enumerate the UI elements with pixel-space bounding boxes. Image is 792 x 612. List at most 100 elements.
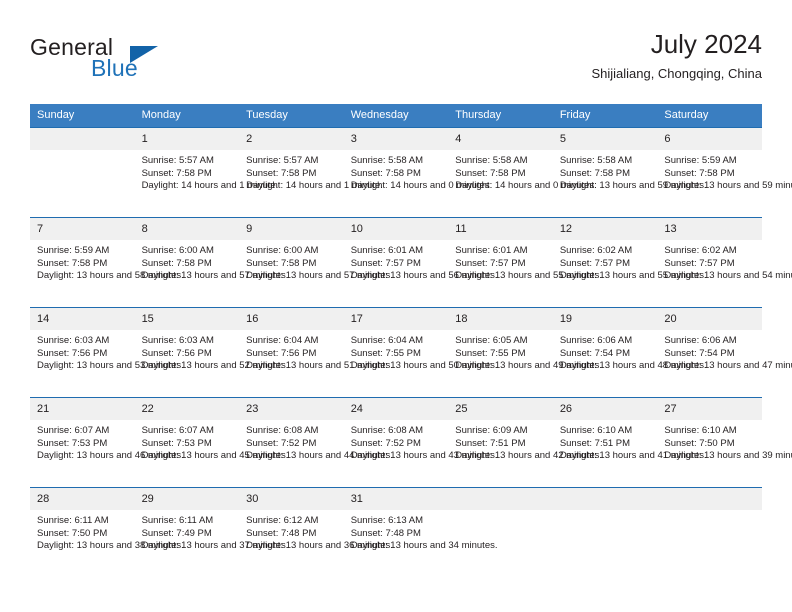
- calendar-day-cell[interactable]: 24 Sunrise: 6:08 AM Sunset: 7:52 PM Dayligh…: [343, 397, 498, 488]
- calendar-week-row: 28 Sunrise: 6:11 AM Sunset: 7:50 PM Dayligh…: [30, 487, 762, 577]
- calendar-day-cell[interactable]: 26 Sunrise: 6:10 AM Sunset: 7:51 PM Dayligh…: [552, 397, 707, 488]
- day-number: 28: [30, 488, 135, 510]
- column-header-thursday: Thursday: [448, 104, 553, 128]
- calendar-day-cell[interactable]: 7 Sunrise: 5:59 AM Sunset: 7:58 PM Daylight…: [30, 217, 184, 308]
- sunrise-text: Sunrise: 5:57 AM: [246, 155, 319, 166]
- day-number: 8: [134, 218, 240, 240]
- day-number: 3: [343, 128, 449, 150]
- calendar-day-cell[interactable]: 8 Sunrise: 6:00 AM Sunset: 7:58 PM Daylight…: [134, 217, 289, 308]
- day-details: Sunrise: 6:00 AM Sunset: 7:58 PM Daylight:…: [135, 240, 289, 283]
- day-number: 18: [448, 308, 553, 330]
- day-details: Sunrise: 6:01 AM Sunset: 7:57 PM Daylight:…: [448, 240, 603, 283]
- day-number: 27: [657, 398, 762, 420]
- calendar-day-cell[interactable]: 12 Sunrise: 6:02 AM Sunset: 7:57 PM Dayligh…: [552, 217, 707, 308]
- calendar-body: 1 Sunrise: 5:57 AM Sunset: 7:58 PM Daylight…: [30, 127, 792, 577]
- daylight-text: Daylight: 14 hours and 0 minutes.: [350, 180, 493, 192]
- daylight-text: Daylight: 13 hours and 53 minutes.: [37, 360, 184, 372]
- day-number: 10: [343, 218, 449, 240]
- calendar-day-cell[interactable]: 17 Sunrise: 6:04 AM Sunset: 7:55 PM Dayligh…: [343, 307, 498, 398]
- calendar-day-cell[interactable]: 11 Sunrise: 6:01 AM Sunset: 7:57 PM Dayligh…: [448, 217, 603, 308]
- calendar-day-cell[interactable]: 30 Sunrise: 6:12 AM Sunset: 7:48 PM Dayligh…: [239, 487, 393, 577]
- day-details: Sunrise: 5:58 AM Sunset: 7:58 PM Daylight:…: [344, 150, 493, 193]
- day-number: 9: [239, 218, 344, 240]
- sunrise-text: Sunrise: 5:58 AM: [559, 155, 633, 166]
- calendar-day-cell[interactable]: 1 Sunrise: 5:57 AM Sunset: 7:58 PM Daylight…: [134, 127, 279, 218]
- day-details: Sunrise: 6:06 AM Sunset: 7:54 PM Daylight:…: [553, 330, 707, 373]
- daylight-text: Daylight: 13 hours and 59 minutes.: [664, 180, 792, 192]
- calendar-day-cell[interactable]: 25 Sunrise: 6:09 AM Sunset: 7:51 PM Dayligh…: [448, 397, 602, 488]
- column-header-wednesday: Wednesday: [343, 104, 449, 128]
- calendar-day-cell[interactable]: 28 Sunrise: 6:11 AM Sunset: 7:50 PM Dayligh…: [30, 487, 184, 577]
- sunset-text: Sunset: 7:58 PM: [141, 257, 212, 269]
- calendar-day-cell[interactable]: 2 Sunrise: 5:57 AM Sunset: 7:58 PM Daylight…: [239, 127, 383, 218]
- calendar-day-cell[interactable]: 31 Sunrise: 6:13 AM Sunset: 7:48 PM Dayligh…: [343, 487, 498, 577]
- sunset-text: Sunset: 7:55 PM: [455, 347, 526, 359]
- day-number: 6: [657, 128, 762, 150]
- sunrise-text: Sunrise: 6:03 AM: [141, 335, 214, 346]
- sunset-text: Sunset: 7:56 PM: [246, 347, 317, 359]
- day-details: Sunrise: 6:10 AM Sunset: 7:50 PM Daylight:…: [657, 420, 792, 463]
- calendar-day-cell-empty: [448, 487, 553, 577]
- day-number: [657, 488, 762, 510]
- brand-logo[interactable]: General Blue: [30, 34, 260, 92]
- day-details: Sunrise: 6:00 AM Sunset: 7:58 PM Daylight:…: [239, 240, 393, 283]
- day-number: 19: [552, 308, 658, 330]
- day-number: 15: [134, 308, 240, 330]
- sunset-text: Sunset: 7:55 PM: [350, 347, 421, 359]
- calendar-day-cell[interactable]: 29 Sunrise: 6:11 AM Sunset: 7:49 PM Dayligh…: [134, 487, 289, 577]
- calendar-day-cell[interactable]: 19 Sunrise: 6:06 AM Sunset: 7:54 PM Dayligh…: [552, 307, 707, 398]
- sunrise-text: Sunrise: 5:58 AM: [350, 155, 424, 166]
- calendar-day-cell[interactable]: 13 Sunrise: 6:02 AM Sunset: 7:57 PM Dayligh…: [657, 217, 792, 308]
- calendar-day-cell[interactable]: 20 Sunrise: 6:06 AM Sunset: 7:54 PM Dayligh…: [657, 307, 792, 398]
- day-details: Sunrise: 6:11 AM Sunset: 7:49 PM Daylight:…: [135, 510, 289, 553]
- calendar-day-cell[interactable]: 18 Sunrise: 6:05 AM Sunset: 7:55 PM Dayligh…: [448, 307, 602, 398]
- day-details: Sunrise: 6:07 AM Sunset: 7:53 PM Daylight:…: [30, 420, 184, 463]
- sunrise-text: Sunrise: 6:10 AM: [559, 425, 633, 436]
- calendar-day-cell[interactable]: 21 Sunrise: 6:07 AM Sunset: 7:53 PM Dayligh…: [30, 397, 184, 488]
- day-details: Sunrise: 6:09 AM Sunset: 7:51 PM Daylight:…: [448, 420, 602, 463]
- calendar-day-cell[interactable]: 23 Sunrise: 6:08 AM Sunset: 7:52 PM Dayligh…: [239, 397, 393, 488]
- day-details: Sunrise: 5:57 AM Sunset: 7:58 PM Daylight:…: [239, 150, 383, 193]
- sunrise-text: Sunrise: 6:08 AM: [246, 425, 319, 436]
- calendar-day-cell[interactable]: 14 Sunrise: 6:03 AM Sunset: 7:56 PM Dayligh…: [30, 307, 184, 398]
- calendar-day-cell[interactable]: 15 Sunrise: 6:03 AM Sunset: 7:56 PM Dayligh…: [134, 307, 288, 398]
- calendar-page: General Blue July 2024 Shijialiang, Chon…: [0, 0, 792, 612]
- calendar-day-cell[interactable]: 9 Sunrise: 6:00 AM Sunset: 7:58 PM Daylight…: [239, 217, 393, 308]
- calendar-day-cell[interactable]: 5 Sunrise: 5:58 AM Sunset: 7:58 PM Daylight…: [552, 127, 707, 218]
- sunrise-text: Sunrise: 6:01 AM: [350, 245, 424, 256]
- calendar-day-cell[interactable]: 4 Sunrise: 5:58 AM Sunset: 7:58 PM Daylight…: [448, 127, 597, 218]
- sunset-text: Sunset: 7:49 PM: [141, 527, 212, 539]
- calendar-day-cell[interactable]: 10 Sunrise: 6:01 AM Sunset: 7:57 PM Dayligh…: [343, 217, 498, 308]
- daylight-text: Daylight: 13 hours and 46 minutes.: [37, 450, 184, 462]
- daylight-text: Daylight: 13 hours and 48 minutes.: [559, 360, 707, 372]
- day-details: Sunrise: 5:57 AM Sunset: 7:58 PM Daylight:…: [135, 150, 279, 193]
- day-number: 20: [657, 308, 762, 330]
- day-details: Sunrise: 6:04 AM Sunset: 7:56 PM Daylight:…: [239, 330, 393, 373]
- sunset-text: Sunset: 7:58 PM: [141, 167, 212, 179]
- sunset-text: Sunset: 7:58 PM: [350, 167, 421, 179]
- sunrise-text: Sunrise: 6:02 AM: [664, 245, 737, 256]
- calendar-week-row: 7 Sunrise: 5:59 AM Sunset: 7:58 PM Daylight…: [30, 217, 792, 308]
- daylight-text: Daylight: 13 hours and 38 minutes.: [37, 540, 184, 552]
- day-number: 23: [239, 398, 344, 420]
- calendar-week-row: 14 Sunrise: 6:03 AM Sunset: 7:56 PM Dayligh…: [30, 307, 792, 398]
- daylight-text: Daylight: 14 hours and 0 minutes.: [455, 180, 597, 192]
- day-details: Sunrise: 6:10 AM Sunset: 7:51 PM Daylight:…: [553, 420, 707, 463]
- calendar-day-cell[interactable]: 6 Sunrise: 5:59 AM Sunset: 7:58 PM Daylight…: [657, 127, 792, 218]
- day-number: [448, 488, 553, 510]
- calendar-header-row: Sunday Monday Tuesday Wednesday Thursday…: [30, 104, 762, 128]
- calendar-day-cell[interactable]: 22 Sunrise: 6:07 AM Sunset: 7:53 PM Dayligh…: [134, 397, 288, 488]
- calendar-day-cell[interactable]: 27 Sunrise: 6:10 AM Sunset: 7:50 PM Dayligh…: [657, 397, 792, 488]
- day-number: [30, 128, 135, 150]
- day-number: 5: [552, 128, 658, 150]
- daylight-text: Daylight: 13 hours and 55 minutes.: [455, 270, 603, 282]
- sunrise-text: Sunrise: 6:09 AM: [455, 425, 528, 436]
- calendar-day-cell[interactable]: 16 Sunrise: 6:04 AM Sunset: 7:56 PM Dayligh…: [239, 307, 393, 398]
- calendar-day-cell[interactable]: 3 Sunrise: 5:58 AM Sunset: 7:58 PM Daylight…: [343, 127, 493, 218]
- day-number: [552, 488, 658, 510]
- day-number: 7: [30, 218, 135, 240]
- day-number: 30: [239, 488, 344, 510]
- sunset-text: Sunset: 7:52 PM: [246, 437, 317, 449]
- column-header-friday: Friday: [552, 104, 658, 128]
- day-number: 12: [552, 218, 658, 240]
